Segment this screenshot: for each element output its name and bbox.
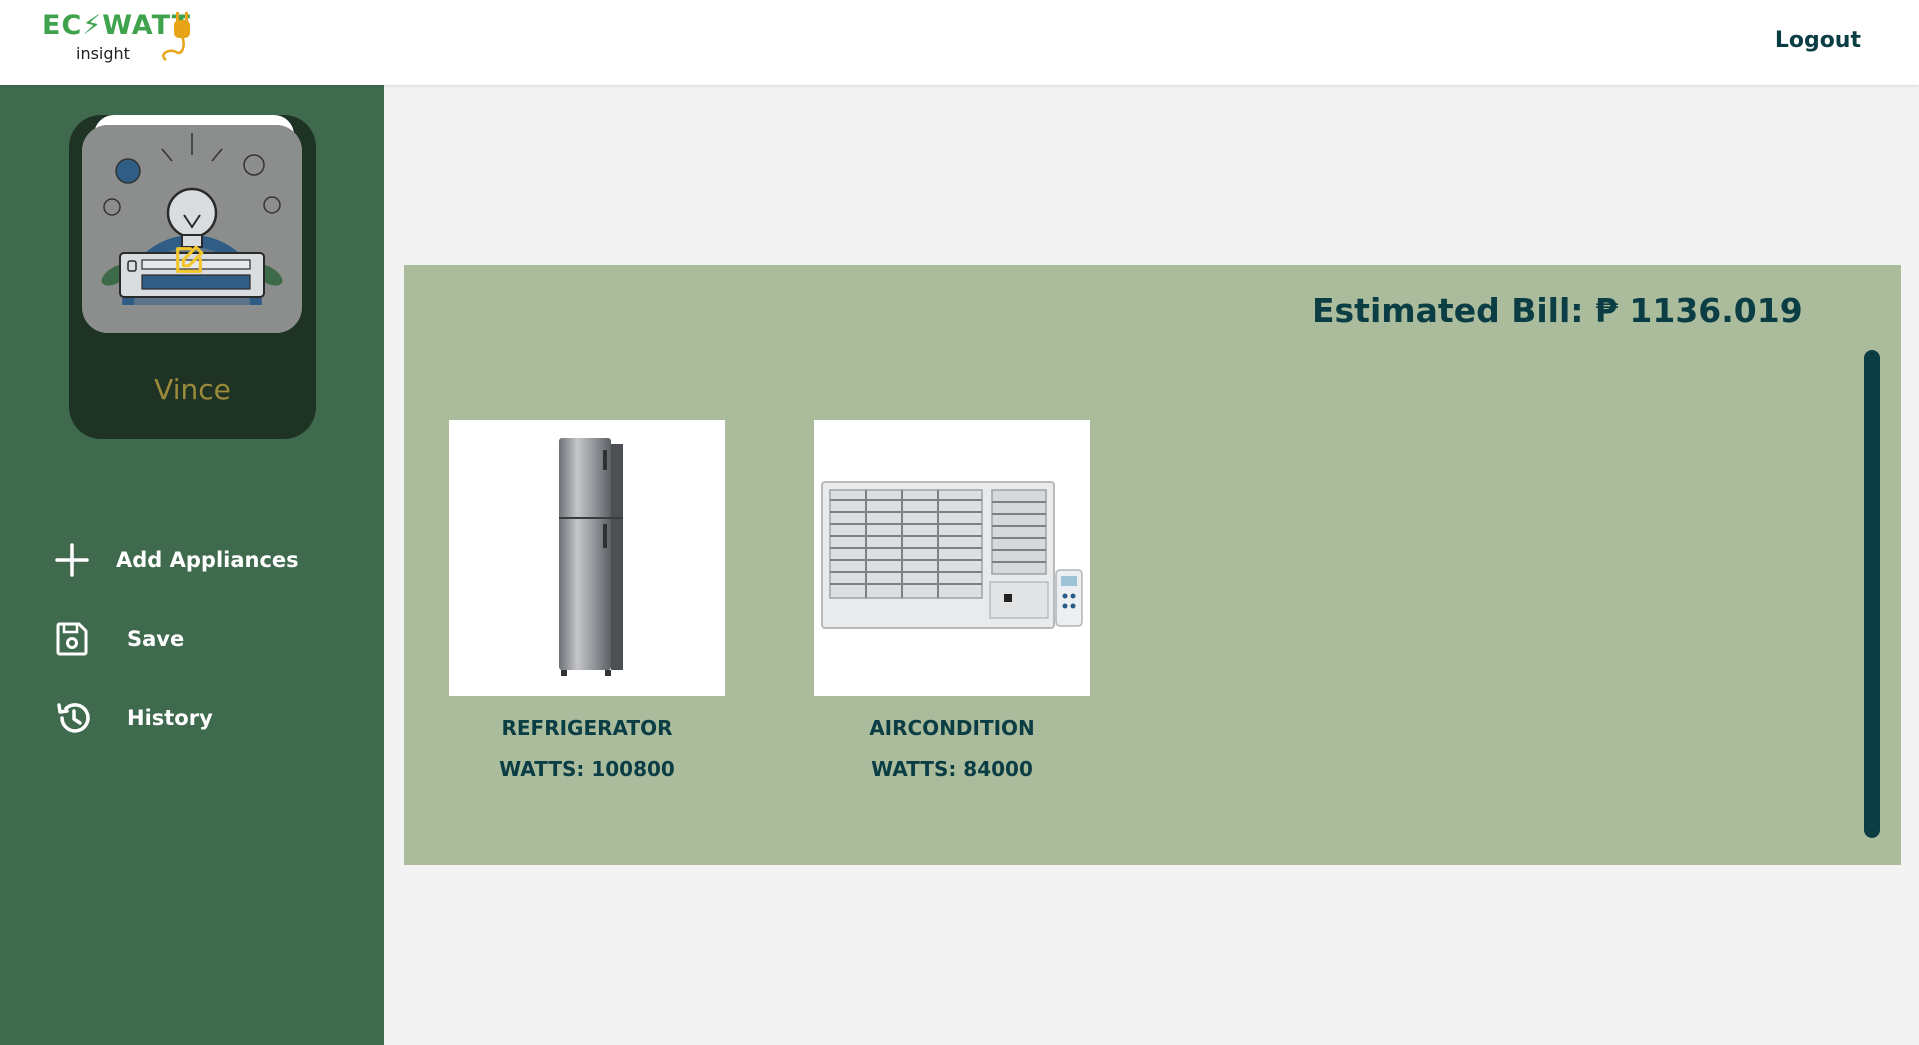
refrigerator-image bbox=[449, 420, 725, 696]
ecowatt-logo[interactable]: EC⚡WATT insight bbox=[40, 8, 200, 72]
history-icon bbox=[57, 703, 90, 733]
air-conditioner-image bbox=[814, 420, 1090, 696]
floppy-disk-icon bbox=[56, 622, 88, 656]
appliance-card-refrigerator[interactable]: REFRIGERATOR WATTS: 100800 bbox=[449, 420, 725, 781]
avatar[interactable] bbox=[82, 125, 302, 333]
add-appliances-label: Add Appliances bbox=[116, 548, 299, 572]
profile-name: Vince bbox=[154, 373, 231, 406]
history-label: History bbox=[127, 706, 213, 730]
panel-scrollbar[interactable] bbox=[1864, 350, 1880, 838]
edit-icon[interactable] bbox=[172, 243, 206, 277]
history-button[interactable]: History bbox=[55, 699, 213, 737]
save-button[interactable]: Save bbox=[55, 621, 184, 657]
plus-icon bbox=[55, 543, 89, 577]
appliances-panel: Estimated Bill: ₱ 1136.019 REFRIGERATOR … bbox=[404, 265, 1901, 865]
profile-card: Vince bbox=[69, 115, 316, 439]
save-label: Save bbox=[127, 627, 185, 651]
plug-icon bbox=[162, 12, 190, 61]
avatar-illustration bbox=[82, 125, 302, 333]
estimated-bill: Estimated Bill: ₱ 1136.019 bbox=[1312, 291, 1803, 330]
appliance-name: AIRCONDITION bbox=[869, 716, 1035, 740]
sidebar: Vince Add Appliances Save History bbox=[0, 85, 384, 1045]
appliance-watts: WATTS: 100800 bbox=[499, 757, 675, 781]
appliance-card-aircondition[interactable]: AIRCONDITION WATTS: 84000 bbox=[814, 420, 1090, 781]
top-header: EC⚡WATT insight Logout bbox=[0, 0, 1919, 85]
logo-subtitle: insight bbox=[76, 44, 130, 63]
logout-button[interactable]: Logout bbox=[1775, 28, 1861, 53]
appliance-watts: WATTS: 84000 bbox=[871, 757, 1033, 781]
add-appliances-button[interactable]: Add Appliances bbox=[55, 543, 299, 577]
appliance-name: REFRIGERATOR bbox=[501, 716, 673, 740]
